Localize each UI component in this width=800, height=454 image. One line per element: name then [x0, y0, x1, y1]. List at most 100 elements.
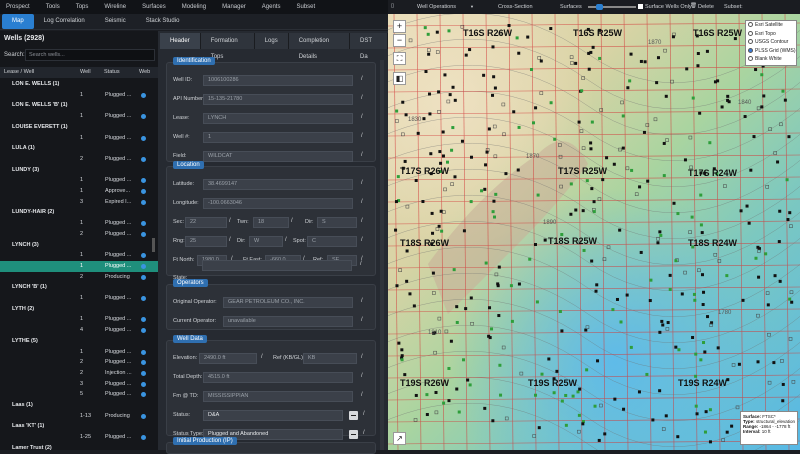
well-marker[interactable]	[778, 279, 782, 283]
well-marker[interactable]	[491, 419, 495, 423]
well-marker[interactable]	[708, 408, 712, 412]
well-marker[interactable]	[469, 155, 473, 159]
well-marker[interactable]	[781, 89, 785, 93]
well-marker[interactable]	[661, 323, 665, 327]
well-marker[interactable]	[611, 308, 615, 312]
well-marker[interactable]	[629, 345, 633, 349]
well-marker[interactable]	[601, 178, 605, 182]
well-marker[interactable]	[423, 26, 427, 30]
well-marker[interactable]	[706, 315, 710, 319]
well-marker[interactable]	[760, 105, 764, 109]
well-marker[interactable]	[394, 200, 398, 204]
well-marker[interactable]	[658, 230, 662, 234]
well-marker[interactable]	[597, 438, 601, 442]
well-marker[interactable]	[497, 314, 501, 318]
well-marker[interactable]	[703, 430, 707, 434]
search-input[interactable]: Search wells...	[25, 49, 155, 61]
well-marker[interactable]	[469, 200, 473, 204]
web-link-icon[interactable]	[141, 114, 146, 120]
well-marker[interactable]	[431, 231, 435, 235]
well-marker[interactable]	[656, 241, 660, 245]
well-marker[interactable]	[708, 141, 712, 145]
well-marker[interactable]	[788, 297, 792, 301]
well-marker[interactable]	[787, 135, 791, 139]
surfaces-dropdown[interactable]: Surfaces	[560, 4, 582, 10]
well-marker[interactable]	[695, 412, 699, 416]
dir2-field[interactable]: W	[249, 236, 283, 247]
well-marker[interactable]	[449, 339, 453, 343]
lease-group-row[interactable]: LYTHE (5)	[0, 336, 158, 347]
well-marker[interactable]	[745, 204, 749, 208]
well-marker[interactable]	[455, 305, 459, 309]
well-marker[interactable]	[743, 115, 747, 119]
well-marker[interactable]	[592, 210, 596, 214]
status-type-clear-button[interactable]	[349, 430, 358, 439]
cross-section-dropdown[interactable]: Cross-Section	[498, 4, 533, 10]
well-marker[interactable]	[730, 424, 734, 428]
well-marker[interactable]	[462, 229, 466, 233]
well-marker[interactable]	[676, 435, 680, 439]
well-marker[interactable]	[702, 290, 706, 294]
elev-field[interactable]: 2490.0 ft	[199, 353, 257, 364]
well-marker[interactable]	[680, 292, 684, 296]
tab-map[interactable]: Map	[2, 14, 34, 29]
well-marker[interactable]	[464, 53, 468, 57]
wells-scrollbar[interactable]	[152, 238, 155, 252]
well-marker[interactable]	[534, 106, 538, 110]
well-marker[interactable]	[492, 75, 496, 79]
lease-group-row[interactable]: Laas 'KT' (1)	[0, 421, 158, 432]
well-marker[interactable]	[510, 319, 514, 323]
lease-group-row[interactable]: Laas (1)	[0, 400, 158, 411]
well-marker[interactable]	[405, 279, 409, 283]
well-marker[interactable]	[725, 430, 729, 434]
web-link-icon[interactable]	[141, 156, 146, 162]
well-marker[interactable]	[526, 35, 530, 39]
well-marker[interactable]	[668, 287, 672, 291]
web-link-icon[interactable]	[141, 221, 146, 227]
well-marker[interactable]	[493, 215, 497, 219]
layer-option[interactable]: PLSS Grid (WMS)	[746, 47, 796, 56]
web-link-icon[interactable]	[141, 199, 146, 205]
well-marker[interactable]	[491, 210, 495, 214]
web-link-icon[interactable]	[141, 263, 146, 269]
well-marker[interactable]	[504, 172, 508, 176]
well-marker[interactable]	[482, 73, 486, 77]
layer-option[interactable]: Blank White	[746, 55, 796, 64]
well-marker[interactable]	[428, 92, 432, 96]
web-link-icon[interactable]	[141, 328, 146, 334]
well-marker[interactable]	[494, 192, 498, 196]
well-row[interactable]: 5 Plugged ...	[0, 389, 158, 400]
well-marker[interactable]	[587, 51, 591, 55]
lease-group-row[interactable]: LOUISE EVERETT (1)	[0, 122, 158, 133]
status-select[interactable]: D&A	[203, 410, 343, 421]
well-marker[interactable]	[536, 193, 540, 197]
well-marker[interactable]	[727, 100, 731, 104]
well-marker[interactable]	[699, 193, 703, 197]
well-marker[interactable]	[445, 160, 449, 164]
radio-icon[interactable]	[748, 47, 753, 53]
well-marker[interactable]	[699, 358, 703, 362]
well-marker[interactable]	[569, 212, 573, 216]
well-marker[interactable]	[468, 48, 472, 52]
well-marker[interactable]	[737, 362, 741, 366]
well-marker[interactable]	[664, 94, 668, 98]
well-marker[interactable]	[757, 275, 761, 279]
well-marker[interactable]	[726, 94, 730, 98]
well-marker[interactable]	[400, 358, 404, 362]
wellno-field[interactable]: 1	[203, 132, 353, 143]
well-row[interactable]: 2 Plugged ...	[0, 154, 158, 165]
well-marker[interactable]	[439, 209, 443, 213]
well-marker[interactable]	[571, 394, 575, 398]
col-well[interactable]: Well	[80, 69, 91, 75]
well-marker[interactable]	[455, 320, 459, 324]
well-id-field[interactable]: 1006100286	[203, 75, 353, 86]
well-marker[interactable]	[577, 120, 581, 124]
surface-slider-thumb[interactable]	[596, 4, 603, 10]
well-marker[interactable]	[587, 67, 591, 71]
orig-operator-field[interactable]: GEAR PETROLEUM CO., INC.	[223, 297, 353, 308]
well-marker[interactable]	[703, 350, 707, 354]
well-marker[interactable]	[649, 278, 653, 282]
web-link-icon[interactable]	[141, 413, 146, 419]
lease-group-row[interactable]: LUNDY (3)	[0, 165, 158, 176]
well-marker[interactable]	[691, 335, 695, 339]
